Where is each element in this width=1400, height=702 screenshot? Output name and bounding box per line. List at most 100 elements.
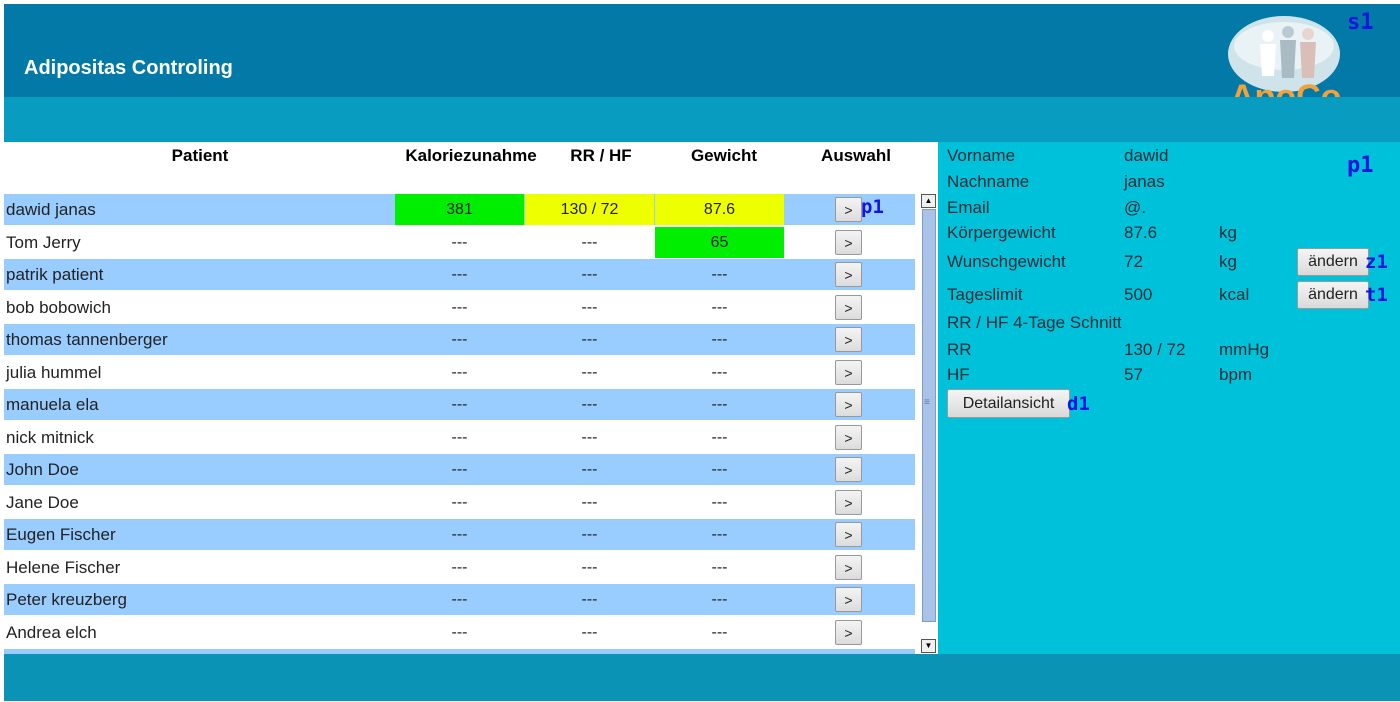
rr-label: RR — [947, 340, 972, 359]
gewicht-cell: --- — [711, 591, 728, 608]
table-row[interactable]: bob bobowich --- --- --- > — [4, 292, 915, 323]
app-title: Adipositas Controling — [24, 57, 233, 79]
email-label: Email — [947, 198, 990, 217]
edit-tageslimit-button[interactable]: ändern — [1297, 281, 1369, 309]
patient-name: Eugen Fischer — [6, 525, 116, 544]
detailansicht-button[interactable]: Detailansicht — [947, 389, 1070, 418]
rrhf-cell: --- — [581, 429, 598, 446]
kalorie-cell: --- — [451, 526, 468, 543]
hf-value: 57 — [1124, 365, 1143, 384]
rr-value: 130 / 72 — [1124, 340, 1186, 359]
koerpergewicht-value: 87.6 — [1124, 223, 1158, 242]
rrhf-cell: --- — [581, 234, 598, 251]
rrhf-cell: --- — [581, 331, 598, 348]
nachname-value: janas — [1124, 172, 1165, 191]
patient-name: thomas tannenberger — [6, 330, 168, 349]
wunschgewicht-label: Wunschgewicht — [947, 252, 1066, 271]
select-patient-button[interactable]: > — [835, 392, 862, 417]
table-row[interactable]: nick mitnick --- --- --- > — [4, 422, 915, 453]
edit-wunschgewicht-button[interactable]: ändern — [1297, 248, 1369, 276]
column-header-gewicht: Gewicht — [690, 146, 758, 165]
scroll-down-icon[interactable]: ▼ — [921, 639, 936, 653]
gewicht-cell: --- — [711, 266, 728, 283]
gewicht-cell: --- — [711, 461, 728, 478]
rrhf-cell: 130 / 72 — [525, 194, 654, 225]
gewicht-cell: --- — [711, 331, 728, 348]
tageslimit-unit: kcal — [1219, 285, 1250, 304]
annotation-label-z1: z1 — [1365, 251, 1388, 273]
wunschgewicht-unit: kg — [1219, 252, 1237, 271]
table-row[interactable]: John Doe --- --- --- > — [4, 454, 915, 485]
table-row[interactable]: patrik patient --- --- --- > — [4, 259, 915, 290]
patient-name: nick mitnick — [6, 428, 94, 447]
table-row[interactable]: Peter kreuzberg --- --- --- > — [4, 584, 915, 615]
select-patient-button[interactable]: > — [835, 262, 862, 287]
rrhf-average-heading: RR / HF 4-Tage Schnitt — [947, 313, 1122, 332]
column-header-kaloriezunahme: Kaloriezunahme — [405, 146, 537, 165]
kalorie-cell: --- — [451, 559, 468, 576]
table-row[interactable]: Tom Jerry --- --- 65 > — [4, 227, 915, 258]
gewicht-cell: --- — [711, 526, 728, 543]
patient-name: Jane Doe — [6, 493, 79, 512]
table-row[interactable]: Eugen Fischer --- --- --- > — [4, 519, 915, 550]
vorname-value: dawid — [1124, 146, 1169, 165]
select-patient-button[interactable]: > — [835, 522, 862, 547]
patient-name: bob bobowich — [6, 298, 111, 317]
patient-list-scrollbar[interactable]: ▲ ≡ ▼ — [921, 194, 938, 653]
hf-unit: bpm — [1219, 365, 1253, 384]
kalorie-cell: 381 — [395, 194, 524, 225]
table-row[interactable]: Jane Doe --- --- --- > — [4, 487, 915, 518]
vorname-label: Vorname — [947, 146, 1016, 165]
rrhf-cell: --- — [581, 396, 598, 413]
select-patient-button[interactable]: > — [835, 555, 862, 580]
kalorie-cell: --- — [451, 299, 468, 316]
select-patient-button[interactable]: > — [835, 457, 862, 482]
table-row[interactable]: dawid janas 381 130 / 72 87.6 > — [4, 194, 915, 225]
annotation-label-p1-panel: p1 — [1347, 153, 1374, 178]
kalorie-cell: --- — [451, 429, 468, 446]
patient-name: John Doe — [6, 460, 79, 479]
patient-name: manuela ela — [6, 395, 99, 414]
select-patient-button[interactable]: > — [835, 295, 862, 320]
kalorie-cell: --- — [451, 364, 468, 381]
select-patient-button[interactable]: > — [835, 197, 862, 222]
select-patient-button[interactable]: > — [835, 360, 862, 385]
table-row[interactable]: julia hummel --- --- --- > — [4, 357, 915, 388]
gewicht-cell: --- — [711, 364, 728, 381]
scroll-grip-icon: ≡ — [924, 397, 930, 408]
select-patient-button[interactable]: > — [835, 587, 862, 612]
select-patient-button[interactable]: > — [835, 327, 862, 352]
select-patient-button[interactable]: > — [835, 230, 862, 255]
rrhf-cell: --- — [581, 266, 598, 283]
rrhf-cell: --- — [581, 591, 598, 608]
gewicht-cell: --- — [711, 624, 728, 641]
patient-name: julia hummel — [6, 363, 102, 382]
kalorie-cell: --- — [451, 234, 468, 251]
gewicht-cell: --- — [711, 396, 728, 413]
patient-name: Peter kreuzberg — [6, 590, 127, 609]
sub-bar — [4, 97, 1400, 142]
rr-unit: mmHg — [1219, 340, 1270, 359]
scroll-thumb[interactable] — [922, 209, 936, 622]
app-footer — [4, 654, 1400, 701]
kalorie-cell: --- — [451, 461, 468, 478]
rrhf-cell: --- — [581, 559, 598, 576]
select-patient-button[interactable]: > — [835, 490, 862, 515]
patient-name: Andrea elch — [6, 623, 97, 642]
patient-name: Helene Fischer — [6, 558, 121, 577]
scroll-up-icon[interactable]: ▲ — [921, 194, 936, 208]
annotation-label-p1-row: p1 — [861, 196, 884, 218]
kalorie-cell: --- — [451, 396, 468, 413]
select-patient-button[interactable]: > — [835, 425, 862, 450]
select-patient-button[interactable]: > — [835, 620, 862, 645]
table-row[interactable]: manuela ela --- --- --- > — [4, 389, 915, 420]
tageslimit-label: Tageslimit — [947, 285, 1023, 304]
gewicht-cell: --- — [711, 559, 728, 576]
table-row[interactable]: thomas tannenberger --- --- --- > — [4, 324, 915, 355]
rrhf-cell: --- — [581, 526, 598, 543]
table-row[interactable]: Helene Fischer --- --- --- > — [4, 552, 915, 583]
app-header — [4, 4, 1400, 97]
nachname-label: Nachname — [947, 172, 1030, 191]
tageslimit-value: 500 — [1124, 285, 1153, 304]
table-row[interactable]: Andrea elch --- --- --- > — [4, 617, 915, 648]
